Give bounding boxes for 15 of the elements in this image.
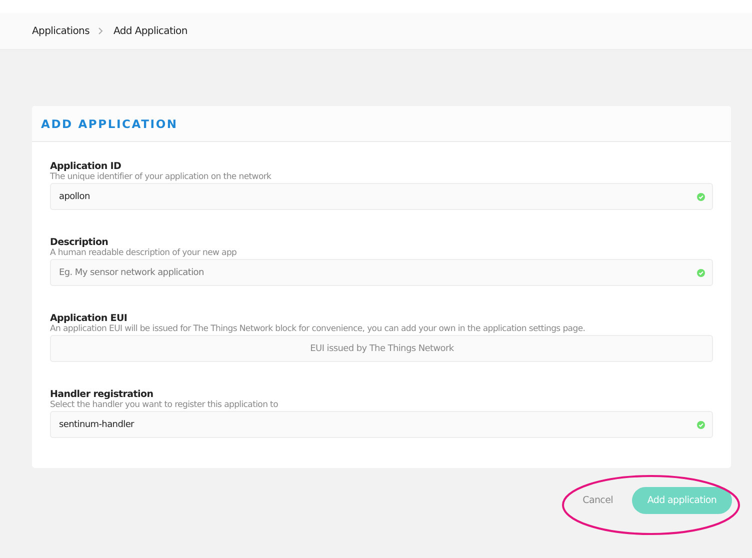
input-field[interactable]: Eg. My sensor network application — [50, 259, 713, 286]
card-title: ADD APPLICATION — [41, 116, 178, 130]
field-hint: Select the handler you want to register this application to — [50, 400, 279, 410]
field-label: Application EUI — [50, 313, 128, 324]
field-label: Description — [50, 237, 110, 248]
field-hint: An application EUI will be issued for The Things Network block for convenience, you can add your own in the application settings page. — [50, 324, 586, 334]
chevron-right-icon — [98, 27, 104, 35]
field-label: Application ID — [50, 161, 122, 172]
field-label: Handler registration — [50, 389, 154, 400]
breadcrumb-link[interactable]: Add Application — [113, 26, 188, 36]
input-field[interactable]: sentinum-handler — [50, 411, 713, 438]
field-hint: The unique identifier of your application on the network — [50, 172, 272, 182]
input-field[interactable]: apollon — [50, 183, 713, 210]
breadcrumb-link[interactable]: Applications — [32, 26, 90, 36]
field-hint: A human readable description of your new app — [50, 248, 238, 258]
